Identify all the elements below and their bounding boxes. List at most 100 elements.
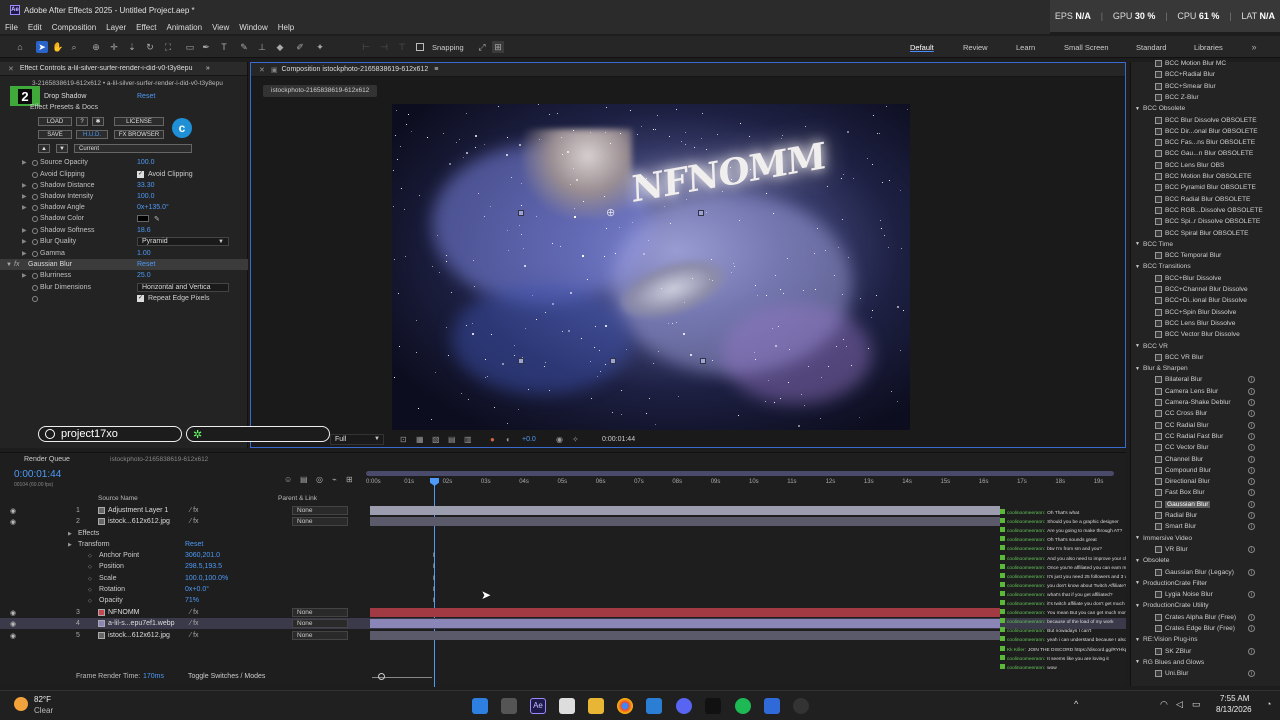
workspace-small-screen[interactable]: Small Screen	[1064, 43, 1109, 52]
fx-item[interactable]: BCC Lens Blur Dissolve	[1131, 318, 1280, 329]
fx-item[interactable]: i Bilateral Blur	[1131, 374, 1280, 385]
workspace-review[interactable]: Review	[963, 43, 988, 52]
bounding-handle[interactable]	[700, 358, 706, 364]
workspace-learn[interactable]: Learn	[1016, 43, 1035, 52]
fx-item[interactable]: i Uni.Blur	[1131, 668, 1280, 679]
frame-blend-icon[interactable]: ▤	[300, 475, 308, 484]
down-arrow-icon[interactable]: ▼	[56, 144, 68, 153]
fx-item[interactable]: BCC+Di..ional Blur Dissolve	[1131, 295, 1280, 306]
fx-item[interactable]: i CC Cross Blur	[1131, 408, 1280, 419]
fx-item[interactable]: BCC RGB...Dissolve OBSOLETE	[1131, 205, 1280, 216]
bounding-handle[interactable]	[698, 210, 704, 216]
weather-temp[interactable]: 82°F	[34, 695, 51, 704]
info-icon[interactable]: i	[1248, 466, 1255, 474]
obs-icon[interactable]	[705, 698, 721, 714]
up-arrow-icon[interactable]: ▲	[38, 144, 50, 153]
info-icon[interactable]: i	[1248, 421, 1255, 429]
info-icon[interactable]: i	[1248, 455, 1255, 463]
fx-item[interactable]: i Camera Lens Blur	[1131, 386, 1280, 397]
spotify-icon[interactable]	[735, 698, 751, 714]
fx-item[interactable]: BCC Spi..r Dissolve OBSOLETE	[1131, 216, 1280, 227]
fx-item[interactable]: i Smart Blur	[1131, 521, 1280, 532]
save-button[interactable]: SAVE	[38, 130, 72, 139]
fx-item[interactable]: BCC Motion Blur OBSOLETE	[1131, 171, 1280, 182]
brush-tool-icon[interactable]: ✎	[238, 41, 250, 53]
info-icon[interactable]: i	[1248, 478, 1255, 486]
steam-icon[interactable]	[793, 698, 809, 714]
workspace-standard[interactable]: Standard	[1136, 43, 1166, 52]
eyedropper-icon[interactable]: ✎	[154, 215, 160, 223]
file-explorer-icon[interactable]	[588, 698, 604, 714]
fx-item[interactable]: i Crates Edge Blur (Free)	[1131, 623, 1280, 634]
blur-dimensions-dropdown[interactable]: Horizontal and Vertica	[137, 283, 229, 292]
mask-visibility-icon[interactable]: ▧	[432, 435, 440, 444]
roto-brush-tool-icon[interactable]: ✐	[294, 41, 306, 53]
zoom-slider-knob[interactable]	[378, 673, 385, 680]
comp-sub-tab[interactable]: istockphoto-2165838619-612x612	[263, 85, 378, 97]
align-left-icon[interactable]: ⊢	[360, 41, 372, 53]
app-icon[interactable]	[764, 698, 780, 714]
selection-tool-icon[interactable]: ➤	[36, 41, 48, 53]
bounding-handle[interactable]	[610, 358, 616, 364]
fx-category[interactable]: ▼ Obsolete	[1131, 555, 1280, 566]
3d-view-icon[interactable]: ▥	[464, 435, 472, 444]
bounding-handle[interactable]	[518, 358, 524, 364]
menu-edit[interactable]: Edit	[28, 23, 42, 32]
fx-category[interactable]: ▼ RG Blues and Glows	[1131, 657, 1280, 668]
discord-icon[interactable]	[676, 698, 692, 714]
fx-item[interactable]: BCC+Blur Dissolve	[1131, 273, 1280, 284]
volume-icon[interactable]: ◁	[1176, 699, 1183, 710]
info-icon[interactable]: i	[1248, 545, 1255, 553]
fx-item[interactable]: i Gaussian Blur	[1131, 499, 1280, 510]
puppet-tool-icon[interactable]: ✦	[314, 41, 326, 53]
battery-icon[interactable]: ▭	[1192, 699, 1201, 710]
info-icon[interactable]: i	[1248, 647, 1255, 655]
fx-item[interactable]: BCC+Channel Blur Dissolve	[1131, 284, 1280, 295]
rotate-tool-icon[interactable]: ↻	[144, 41, 156, 53]
after-effects-taskbar-icon[interactable]: Ae	[530, 698, 546, 714]
type-tool-icon[interactable]: T	[218, 41, 230, 53]
capcut-icon[interactable]	[646, 698, 662, 714]
workspace-default[interactable]: Default	[910, 43, 934, 52]
menu-file[interactable]: File	[5, 23, 18, 32]
fx-item[interactable]: BCC Blur Dissolve OBSOLETE	[1131, 115, 1280, 126]
clock-time[interactable]: 7:55 AM	[1220, 694, 1249, 703]
task-view-icon[interactable]	[501, 698, 517, 714]
settings-gear-icon[interactable]: ✱	[92, 117, 104, 126]
fx-item[interactable]: i Fast Box Blur	[1131, 487, 1280, 498]
info-icon[interactable]: i	[1248, 387, 1255, 395]
fx-category[interactable]: ▼ RE:Vision Plug-ins	[1131, 634, 1280, 645]
comp-flow-icon[interactable]: ⊞	[346, 475, 353, 484]
fx-item[interactable]: i Crates Alpha Blur (Free)	[1131, 612, 1280, 623]
fx-item[interactable]: i CC Radial Fast Blur	[1131, 431, 1280, 442]
menu-effect[interactable]: Effect	[136, 23, 156, 32]
show-snapshot-icon[interactable]: ✧	[572, 435, 579, 444]
drop-shadow-effect[interactable]: Drop Shadow	[44, 93, 86, 100]
exposure-value[interactable]: +0.0	[522, 436, 536, 443]
align-center-icon[interactable]: ⊣	[378, 41, 390, 53]
fx-browser-button[interactable]: FX BROWSER	[114, 130, 164, 139]
panel-menu-icon[interactable]: »	[206, 65, 210, 72]
timeline-comp-tab[interactable]: istockphoto-2165838619-612x612	[110, 456, 208, 463]
camera-tool-icon[interactable]: ⛶	[162, 41, 174, 53]
zoom-tool-icon[interactable]: ⌕	[68, 41, 80, 53]
bounding-handle[interactable]	[518, 210, 524, 216]
time-ruler[interactable]: 0:00s 01s 02s 03s 04s 05s 06s 07s 08s 09s 10s 11s 12…	[366, 473, 1126, 497]
load-button[interactable]: LOAD	[38, 117, 72, 126]
info-icon[interactable]: i	[1248, 613, 1255, 621]
lock-icon[interactable]: ▣	[271, 66, 278, 74]
timeline-timecode[interactable]: 0:00:01:44	[14, 469, 61, 480]
fx-item[interactable]: i SK ZBlur	[1131, 646, 1280, 657]
menu-animation[interactable]: Animation	[166, 23, 202, 32]
fx-item[interactable]: i Camera-Shake Deblur	[1131, 397, 1280, 408]
shy-icon[interactable]: ☺	[284, 475, 292, 484]
fx-item[interactable]: BCC Pyramid Blur OBSOLETE	[1131, 182, 1280, 193]
snapshot-camera-icon[interactable]: ◉	[556, 435, 563, 444]
info-icon[interactable]: i	[1248, 489, 1255, 497]
fx-item[interactable]: i CC Vector Blur	[1131, 442, 1280, 453]
fx-item[interactable]: i Compound Blur	[1131, 465, 1280, 476]
info-icon[interactable]: i	[1248, 500, 1255, 508]
source-opacity-value[interactable]: 100.0	[137, 159, 155, 166]
info-icon[interactable]: i	[1248, 399, 1255, 406]
work-area-bar[interactable]	[366, 471, 1114, 476]
